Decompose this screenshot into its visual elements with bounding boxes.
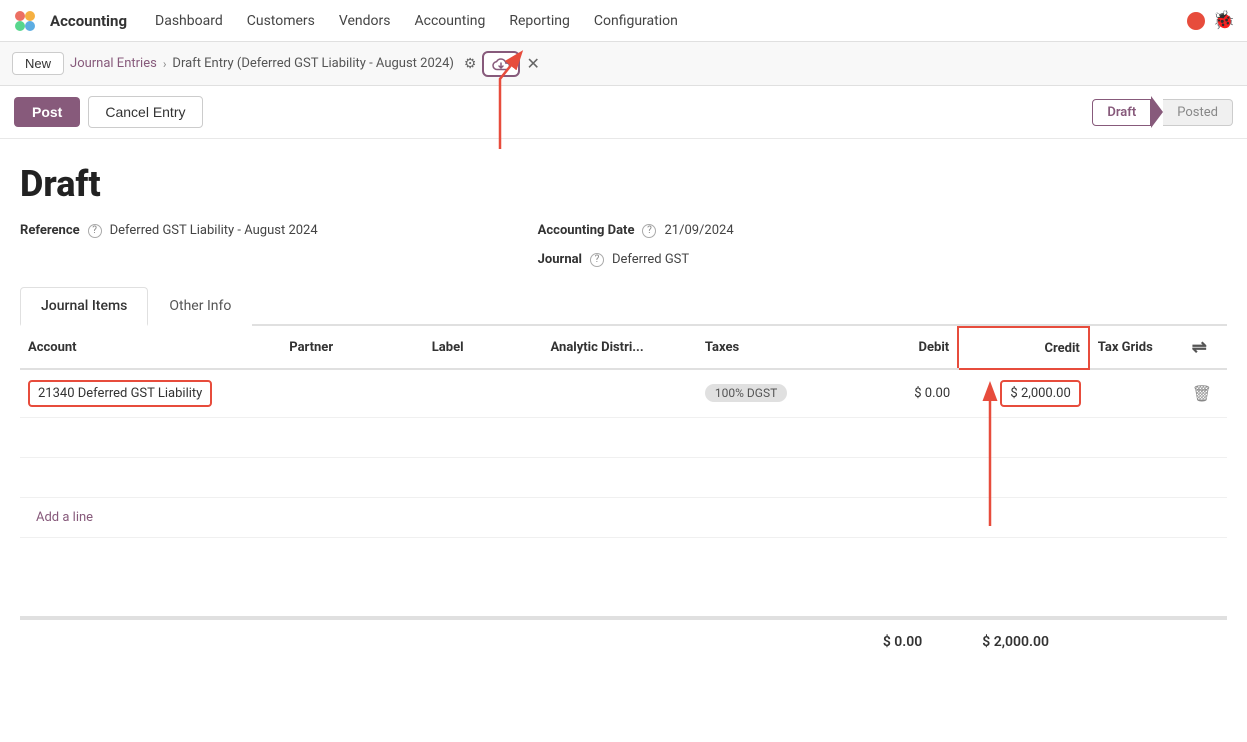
gear-icon[interactable]: ⚙ — [464, 56, 477, 72]
nav-configuration[interactable]: Configuration — [586, 9, 686, 33]
col-tax-grids: Tax Grids — [1089, 327, 1184, 369]
close-icon[interactable]: ✕ — [526, 54, 539, 73]
breadcrumb-separator: › — [163, 57, 167, 71]
nav-vendors[interactable]: Vendors — [331, 9, 399, 33]
reference-value[interactable]: Deferred GST Liability - August 2024 — [110, 223, 318, 238]
app-logo — [12, 8, 38, 34]
post-button[interactable]: Post — [14, 97, 80, 127]
journal-help[interactable]: ? — [590, 253, 604, 267]
cancel-entry-button[interactable]: Cancel Entry — [88, 96, 202, 128]
cell-delete: 🗑 — [1184, 369, 1227, 418]
accounting-date-field: Accounting Date ? 21/09/2024 — [538, 223, 734, 238]
col-credit: Credit — [958, 327, 1089, 369]
cloud-save-button[interactable] — [482, 51, 520, 77]
breadcrumb-bar: New Journal Entries › Draft Entry (Defer… — [0, 42, 1247, 86]
main-content: Draft Reference ? Deferred GST Liability… — [0, 139, 1247, 664]
reference-field: Reference ? Deferred GST Liability - Aug… — [20, 223, 318, 238]
cell-partner — [281, 369, 424, 418]
journal-field: Journal ? Deferred GST — [538, 252, 734, 267]
sort-icon[interactable]: ⇌ — [1192, 337, 1207, 358]
col-actions: ⇌ — [1184, 327, 1227, 369]
nav-customers[interactable]: Customers — [239, 9, 323, 33]
nav-dashboard[interactable]: Dashboard — [147, 9, 231, 33]
total-credit-value: $ 2,000.00 — [982, 634, 1049, 650]
cell-tax-grids — [1089, 369, 1184, 418]
empty-row-1 — [20, 418, 1227, 458]
status-bar: Draft Posted — [211, 96, 1234, 128]
col-partner: Partner — [281, 327, 424, 369]
breadcrumb-current: Draft Entry (Deferred GST Liability - Au… — [172, 56, 454, 71]
top-navigation: Accounting Dashboard Customers Vendors A… — [0, 0, 1247, 42]
status-indicator — [1187, 12, 1205, 30]
form-col-right: Accounting Date ? 21/09/2024 Journal ? D… — [538, 223, 734, 267]
cell-account[interactable]: 21340 Deferred GST Liability — [20, 369, 281, 418]
form-fields: Reference ? Deferred GST Liability - Aug… — [20, 223, 1227, 267]
accounting-date-help[interactable]: ? — [642, 224, 656, 238]
col-account: Account — [20, 327, 281, 369]
journal-table: Account Partner Label Analytic Distri...… — [20, 326, 1227, 498]
nav-reporting[interactable]: Reporting — [501, 9, 578, 33]
app-name: Accounting — [50, 12, 127, 30]
cell-analytic — [543, 369, 697, 418]
accounting-date-value[interactable]: 21/09/2024 — [664, 223, 733, 238]
table-row: 21340 Deferred GST Liability 100% DGST $… — [20, 369, 1227, 418]
tabs: Journal Items Other Info — [20, 287, 1227, 326]
accounting-date-label: Accounting Date — [538, 223, 635, 238]
cell-label — [424, 369, 543, 418]
tab-other-info[interactable]: Other Info — [148, 287, 252, 326]
reference-help[interactable]: ? — [88, 224, 102, 238]
credit-value[interactable]: $ 2,000.00 — [1000, 380, 1080, 407]
action-bar: Post Cancel Entry Draft Posted — [0, 86, 1247, 139]
col-analytic: Analytic Distri... — [543, 327, 697, 369]
empty-row-2 — [20, 458, 1227, 498]
reference-label: Reference — [20, 223, 80, 238]
add-line-button[interactable]: Add a line — [28, 502, 101, 533]
draft-title: Draft — [20, 163, 1227, 205]
total-debit: $ 0.00 — [883, 634, 922, 650]
new-button[interactable]: New — [12, 52, 64, 75]
breadcrumb-icons: ⚙ ✕ — [464, 51, 540, 77]
status-draft[interactable]: Draft — [1092, 99, 1151, 126]
breadcrumb-journal-entries[interactable]: Journal Entries — [70, 56, 157, 71]
tax-badge[interactable]: 100% DGST — [705, 384, 787, 402]
col-taxes: Taxes — [697, 327, 840, 369]
total-credit: $ 2,000.00 — [982, 634, 1049, 650]
col-debit: Debit — [839, 327, 958, 369]
form-col-left: Reference ? Deferred GST Liability - Aug… — [20, 223, 318, 267]
journal-table-container: Account Partner Label Analytic Distri...… — [20, 326, 1227, 664]
cell-debit: $ 0.00 — [839, 369, 958, 418]
cell-credit: $ 2,000.00 — [958, 369, 1089, 418]
tab-journal-items[interactable]: Journal Items — [20, 287, 148, 326]
journal-label: Journal — [538, 252, 582, 267]
delete-row-button[interactable]: 🗑 — [1192, 384, 1212, 403]
nav-accounting[interactable]: Accounting — [407, 9, 494, 33]
total-debit-value: $ 0.00 — [883, 634, 922, 650]
totals-row: $ 0.00 $ 2,000.00 — [20, 618, 1227, 664]
cell-taxes: 100% DGST — [697, 369, 840, 418]
status-posted[interactable]: Posted — [1163, 99, 1233, 126]
bug-icon[interactable]: 🐞 — [1213, 10, 1235, 31]
journal-value[interactable]: Deferred GST — [612, 252, 689, 267]
col-label: Label — [424, 327, 543, 369]
